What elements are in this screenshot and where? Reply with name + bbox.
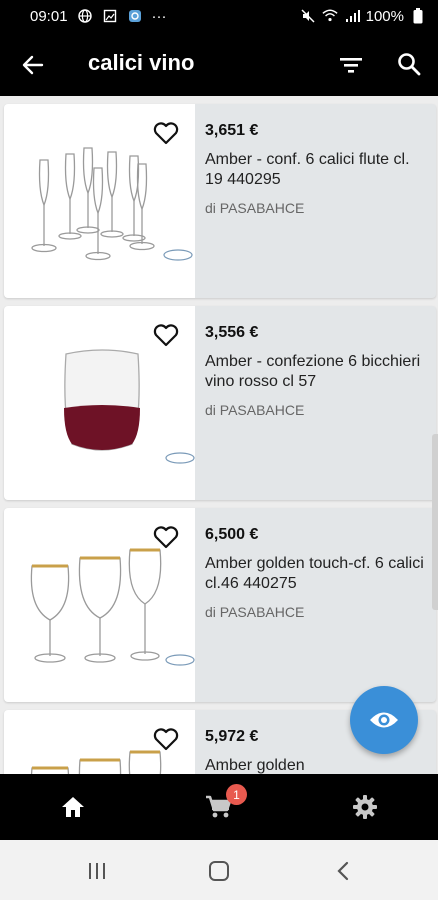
- product-brand: di PASABAHCE: [205, 402, 305, 418]
- heart-icon: [153, 728, 179, 751]
- system-navigation-bar: [0, 840, 438, 900]
- product-price: 3,651 €: [205, 122, 259, 139]
- app-bar: calici vino: [0, 32, 438, 96]
- battery-percent: 100%: [365, 7, 404, 25]
- search-icon: [398, 53, 421, 76]
- settings-icon: [353, 795, 377, 819]
- view-fab-button[interactable]: [350, 686, 418, 754]
- product-brand: di PASABAHCE: [205, 200, 305, 216]
- favorite-button[interactable]: [152, 524, 180, 550]
- product-price: 3,556 €: [205, 324, 259, 341]
- product-name: Amber - conf. 6 calici flute cl. 19 4402…: [205, 151, 410, 188]
- back-system-button[interactable]: [330, 858, 356, 884]
- heart-icon: [153, 526, 179, 549]
- product-image[interactable]: [4, 508, 195, 702]
- status-time: 09:01: [30, 7, 68, 25]
- product-card[interactable]: 3,556 € Amber - confezione 6 bicchieri v…: [4, 306, 436, 500]
- product-image[interactable]: [4, 104, 195, 298]
- status-bar: 09:01 ··· 100%: [0, 0, 438, 32]
- product-info: 3,556 € Amber - confezione 6 bicchieri v…: [205, 324, 431, 418]
- status-more-dots: ···: [151, 7, 167, 25]
- product-name: Amber golden touch-cf. 6 calici cl.46 44…: [205, 555, 424, 592]
- recent-apps-icon: [89, 863, 105, 879]
- favorite-button[interactable]: [152, 726, 180, 752]
- product-image[interactable]: [4, 306, 195, 500]
- globe-icon: [77, 8, 93, 24]
- filter-icon: [340, 58, 362, 73]
- heart-icon: [153, 324, 179, 347]
- mute-icon: [300, 8, 316, 24]
- back-button[interactable]: [18, 50, 48, 80]
- bottom-navigation: 1: [0, 774, 438, 840]
- product-info: 6,500 € Amber golden touch-cf. 6 calici …: [205, 526, 431, 620]
- home-system-button[interactable]: [206, 858, 232, 884]
- eye-icon: [370, 712, 398, 728]
- product-name: Amber golden: [205, 757, 305, 774]
- scrollbar-thumb[interactable]: [432, 434, 438, 610]
- product-card[interactable]: 6,500 € Amber golden touch-cf. 6 calici …: [4, 508, 436, 702]
- home-button[interactable]: [58, 792, 88, 822]
- settings-button[interactable]: [350, 792, 380, 822]
- product-price: 6,500 €: [205, 526, 259, 543]
- cart-badge: 1: [226, 784, 247, 805]
- product-info: 3,651 € Amber - conf. 6 calici flute cl.…: [205, 122, 431, 216]
- heart-icon: [153, 122, 179, 145]
- product-card[interactable]: 3,651 € Amber - conf. 6 calici flute cl.…: [4, 104, 436, 298]
- arrow-back-icon: [22, 55, 44, 75]
- favorite-button[interactable]: [152, 322, 180, 348]
- product-image[interactable]: [4, 710, 195, 774]
- app-notification-icon: [127, 8, 143, 24]
- product-name: Amber - confezione 6 bicchieri vino ross…: [205, 353, 421, 390]
- search-button[interactable]: [394, 49, 424, 79]
- recent-apps-button[interactable]: [84, 858, 110, 884]
- signal-icon: [344, 8, 360, 24]
- gallery-icon: [102, 8, 118, 24]
- product-list[interactable]: 3,651 € Amber - conf. 6 calici flute cl.…: [0, 96, 438, 774]
- battery-icon: [410, 8, 426, 24]
- home-square-icon: [209, 861, 229, 881]
- chevron-left-icon: [337, 861, 349, 881]
- product-brand: di PASABAHCE: [205, 604, 305, 620]
- favorite-button[interactable]: [152, 120, 180, 146]
- filter-button[interactable]: [336, 50, 366, 80]
- home-icon: [62, 797, 84, 817]
- page-title: calici vino: [88, 50, 195, 75]
- wifi-icon: [322, 8, 338, 24]
